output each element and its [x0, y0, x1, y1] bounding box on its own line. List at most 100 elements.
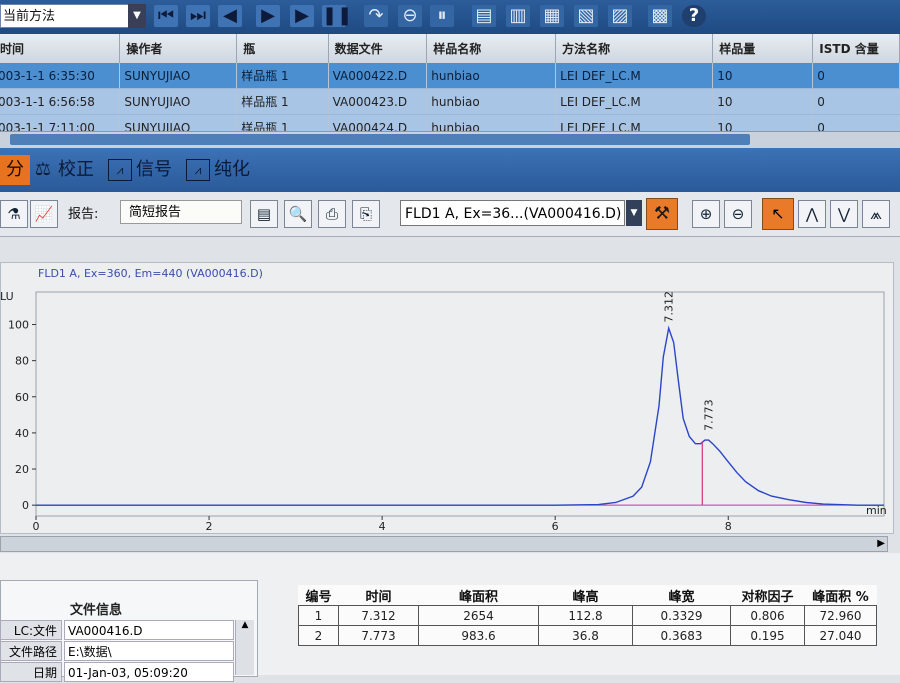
purity-icon: ⩘	[186, 159, 210, 181]
column-header[interactable]: 瓶	[236, 34, 329, 63]
column-header[interactable]: 时间	[0, 34, 121, 63]
multi-peak-icon[interactable]: ⩕	[862, 200, 890, 228]
valley-tool-icon[interactable]: ⋁	[830, 200, 858, 228]
step-forward-icon[interactable]: ▶	[290, 5, 314, 27]
chevron-down-icon[interactable]: ▼	[626, 200, 642, 226]
pointer-icon[interactable]: ↖	[762, 198, 794, 230]
x-axis: 0 2 4 6 8	[33, 516, 732, 532]
chart-scrollbar[interactable]: ▶	[0, 536, 888, 552]
x-tick-label: 0	[33, 520, 40, 532]
tab-signal[interactable]: ⩘ 信号	[108, 155, 172, 185]
y-axis: 0 20 40 60 80 100	[8, 319, 36, 512]
column-header: 编号	[305, 589, 332, 605]
stop-icon[interactable]: ⊖	[398, 5, 422, 27]
tab-calibration[interactable]: ⚖ 校正	[32, 155, 94, 185]
help-icon[interactable]: ?	[682, 5, 706, 27]
method-select[interactable]: 当前方法	[0, 4, 130, 28]
report-icon-5[interactable]: ▨	[608, 5, 632, 27]
table-cell: 0	[812, 63, 900, 89]
report-icon-2[interactable]: ▥	[506, 5, 530, 27]
report-label: 报告:	[68, 207, 99, 222]
zoom-in-icon[interactable]: ⊕	[692, 200, 720, 228]
table-cell: 003-1-1 7:11:00	[0, 114, 121, 132]
y-tick-label: 80	[15, 355, 29, 368]
file-info-value: VA000416.D	[64, 620, 234, 640]
y-tick-label: 60	[15, 391, 29, 404]
y-tick-label: 20	[15, 463, 29, 476]
column-header[interactable]: 样品名称	[426, 34, 557, 63]
report-icon-3[interactable]: ▦	[540, 5, 564, 27]
table-row[interactable]: 2 7.773 983.6 36.8 0.3683 0.195 27.040	[298, 625, 877, 646]
scroll-right-icon[interactable]: ▶	[877, 538, 885, 549]
play-icon[interactable]: ▶	[256, 5, 280, 27]
signal-icon: ⩘	[108, 159, 132, 181]
tab-label: 信号	[136, 159, 172, 180]
column-header[interactable]: ISTD 含量	[812, 34, 900, 63]
table-row[interactable]: 1 7.312 2654 112.8 0.3329 0.806 72.960	[298, 605, 877, 626]
peak-table: 编号 时间 峰面积 峰高 峰宽 对称因子 峰面积 % 1 7.312 2654 …	[298, 585, 877, 646]
table-row[interactable]: 003-1-1 6:35:30 SUNYUJIAO 样品瓶 1 VA000422…	[0, 63, 900, 89]
table-cell: LEI DEF_LC.M	[555, 63, 714, 89]
integrate-icon[interactable]: ⚗	[0, 200, 28, 228]
pause-icon[interactable]: ❚❚	[322, 5, 352, 27]
table-cell: LEI DEF_LC.M	[555, 88, 714, 115]
layout-icon[interactable]: ▩	[648, 5, 672, 27]
table-cell: 003-1-1 6:35:30	[0, 63, 121, 89]
column-header[interactable]: 方法名称	[555, 34, 714, 63]
report-icon-4[interactable]: ▧	[574, 5, 598, 27]
print-preview-icon[interactable]: 🔍	[284, 200, 312, 228]
table-cell: 36.8	[538, 625, 633, 646]
zoom-out-icon[interactable]: ⊖	[724, 200, 752, 228]
y-tick-label: 0	[22, 499, 29, 512]
table-cell: 2654	[418, 605, 539, 626]
table-cell: 0	[812, 114, 900, 132]
skip-start-icon[interactable]: ⏮	[154, 5, 178, 27]
column-header[interactable]: 样品量	[712, 34, 814, 63]
file-info-scrollbar[interactable]: ▲	[235, 620, 254, 675]
table-cell: hunbiao	[426, 63, 557, 89]
chevron-down-icon[interactable]: ▼	[128, 4, 146, 28]
peak-tool-icon[interactable]: ⋀	[798, 200, 826, 228]
table-cell: 112.8	[538, 605, 633, 626]
chart-edit-icon[interactable]: 📈	[30, 200, 58, 228]
table-cell: LEI DEF_LC.M	[555, 114, 714, 132]
x-unit-label: min	[866, 504, 887, 517]
column-header: 峰高	[572, 589, 599, 605]
table-cell: 7.773	[338, 625, 419, 646]
table-row[interactable]: 003-1-1 6:56:58 SUNYUJIAO 样品瓶 1 VA000423…	[0, 88, 900, 115]
step-back-icon[interactable]: ◀	[218, 5, 242, 27]
column-header[interactable]: 数据文件	[328, 34, 428, 63]
chromatogram-title: FLD1 A, Ex=360, Em=440 (VA000416.D)	[38, 267, 263, 280]
report-type-field[interactable]: 简短报告	[120, 200, 242, 224]
table-cell: SUNYUJIAO	[119, 114, 238, 132]
x-tick-label: 2	[206, 520, 213, 532]
column-header: 峰宽	[668, 589, 695, 605]
table-row[interactable]: 003-1-1 7:11:00 SUNYUJIAO 样品瓶 1 VA000424…	[0, 114, 900, 132]
scrollbar-thumb[interactable]	[10, 134, 750, 145]
report-icon-1[interactable]: ▤	[472, 5, 496, 27]
column-header: 峰面积 %	[812, 589, 869, 605]
column-header[interactable]: 操作者	[119, 34, 238, 63]
signal-select[interactable]: FLD1 A, Ex=36...(VA000416.D)	[400, 200, 625, 226]
sequence-table: 时间 操作者 瓶 数据文件 样品名称 方法名称 样品量 ISTD 含量 003-…	[0, 34, 900, 132]
column-header: 峰面积	[458, 589, 498, 605]
integration-tool-icon[interactable]: ⚒	[646, 198, 678, 230]
report-preview-icon[interactable]: ▤	[250, 200, 278, 228]
table-cell: hunbiao	[426, 114, 557, 132]
print-icon[interactable]: ⎙	[318, 200, 346, 228]
chromatogram-plot[interactable]: 0 20 40 60 80 100 0 2 4 6 8 7.312 7.773 LU min	[0, 290, 892, 532]
table-cell: 27.040	[804, 625, 877, 646]
pause-circle-icon[interactable]: ⏸	[430, 5, 454, 27]
go-start-icon[interactable]: ⏭	[186, 5, 210, 27]
table-cell: 0.3329	[632, 605, 731, 626]
redo-icon[interactable]: ↷	[364, 5, 388, 27]
method-label: 当前方法	[3, 9, 56, 24]
scroll-up-icon[interactable]: ▲	[242, 620, 249, 630]
peak-table-header: 编号 时间 峰面积 峰高 峰宽 对称因子 峰面积 %	[299, 585, 877, 606]
tab-purity[interactable]: ⩘ 纯化	[186, 155, 250, 185]
balance-icon: ⚖	[34, 159, 52, 180]
table-cell: 样品瓶 1	[236, 88, 329, 115]
file-info-key: LC:文件	[0, 620, 62, 640]
tab-analysis[interactable]: 分	[0, 155, 30, 185]
export-icon[interactable]: ⎘	[352, 200, 380, 228]
